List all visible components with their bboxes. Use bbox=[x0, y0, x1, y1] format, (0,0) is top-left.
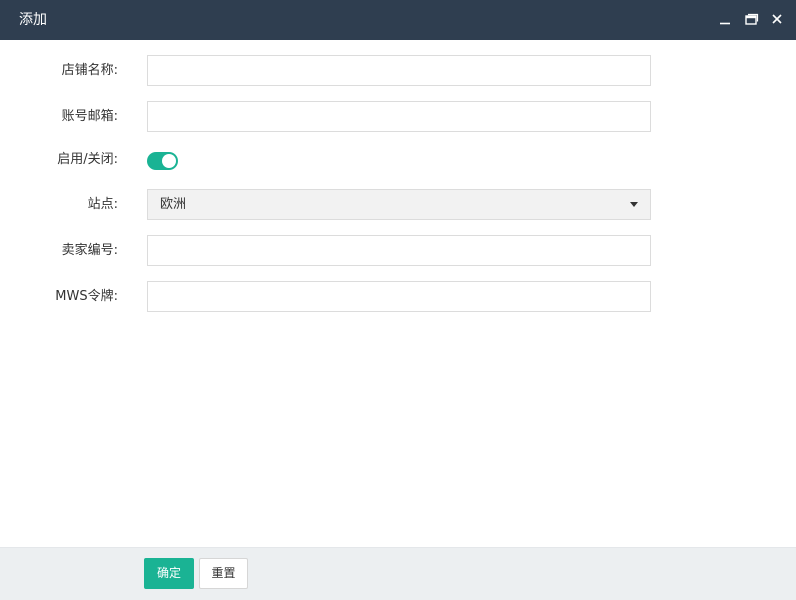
dialog-footer: 确定 重置 bbox=[0, 547, 796, 600]
maximize-icon[interactable] bbox=[740, 8, 762, 30]
account-email-input[interactable] bbox=[147, 101, 651, 132]
confirm-button[interactable]: 确定 bbox=[144, 558, 194, 589]
caret-down-icon bbox=[630, 202, 638, 207]
row-enable: 启用/关闭: bbox=[0, 144, 796, 175]
dialog-title: 添加 bbox=[19, 12, 47, 28]
shop-name-label: 店铺名称: bbox=[61, 63, 118, 78]
enable-label: 启用/关闭: bbox=[57, 152, 118, 167]
close-icon[interactable] bbox=[766, 8, 788, 30]
minimize-icon[interactable] bbox=[714, 8, 736, 30]
row-site: 站点: 欧洲 bbox=[0, 189, 796, 220]
row-mws-token: MWS令牌: bbox=[0, 281, 796, 312]
mws-token-label: MWS令牌: bbox=[55, 289, 118, 304]
account-email-label: 账号邮箱: bbox=[61, 109, 118, 124]
site-label: 站点: bbox=[87, 197, 118, 212]
reset-button[interactable]: 重置 bbox=[199, 558, 248, 589]
mws-token-input[interactable] bbox=[147, 281, 651, 312]
row-seller-id: 卖家编号: bbox=[0, 235, 796, 266]
seller-id-input[interactable] bbox=[147, 235, 651, 266]
site-selected-value: 欧洲 bbox=[160, 197, 187, 212]
row-account-email: 账号邮箱: bbox=[0, 101, 796, 132]
row-shop-name: 店铺名称: bbox=[0, 55, 796, 86]
enable-toggle[interactable] bbox=[147, 152, 178, 170]
site-select[interactable]: 欧洲 bbox=[147, 189, 651, 220]
dialog-titlebar: 添加 bbox=[0, 0, 796, 40]
toggle-knob bbox=[162, 154, 176, 168]
shop-name-input[interactable] bbox=[147, 55, 651, 86]
seller-id-label: 卖家编号: bbox=[61, 243, 118, 258]
